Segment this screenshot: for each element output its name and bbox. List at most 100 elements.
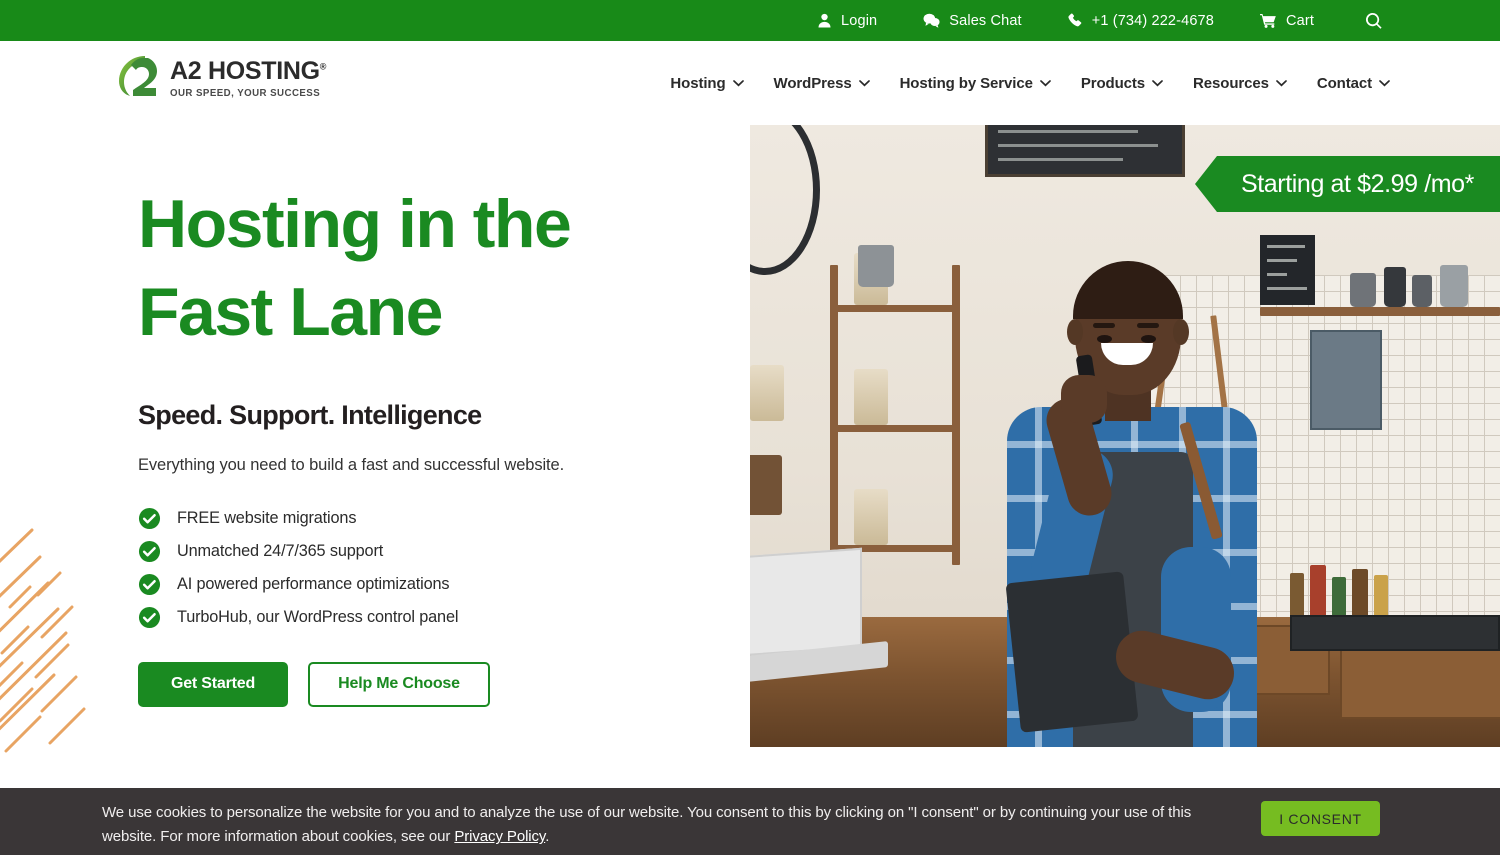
nav-item-contact[interactable]: Contact xyxy=(1317,75,1390,92)
chevron-down-icon xyxy=(1379,79,1390,87)
hero-description: Everything you need to build a fast and … xyxy=(138,455,565,474)
topbar-item-sales-chat[interactable]: Sales Chat xyxy=(923,12,1022,29)
speed-lines-decoration xyxy=(0,525,110,755)
logo-wordmark: A2 HOSTING® OUR SPEED, YOUR SUCCESS xyxy=(170,56,326,99)
check-circle-icon xyxy=(138,573,161,596)
chevron-down-icon xyxy=(732,79,744,87)
cookie-consent-text: We use cookies to personalize the websit… xyxy=(102,801,1202,850)
search-icon xyxy=(1366,12,1382,29)
topbar-label: Login xyxy=(841,12,878,29)
topbar-item-cart[interactable]: Cart xyxy=(1260,13,1314,29)
person-hand xyxy=(1061,375,1107,423)
scene-shelf xyxy=(835,305,960,312)
i-consent-button[interactable]: I CONSENT xyxy=(1261,801,1380,836)
hero-content: Hosting in the Fast Lane Speed. Support.… xyxy=(138,125,758,707)
nav-label: Resources xyxy=(1193,74,1269,92)
scene-bottle xyxy=(1374,575,1388,619)
main-navigation: Hosting WordPress Hosting by Service Pro… xyxy=(670,41,1390,125)
scene-bottle xyxy=(1352,569,1368,619)
search-button[interactable] xyxy=(1366,12,1382,29)
chevron-down-icon xyxy=(858,79,870,87)
scene-person xyxy=(965,247,1295,747)
chevron-down-icon xyxy=(1039,79,1051,87)
nav-item-hosting-by-service[interactable]: Hosting by Service xyxy=(900,75,1051,92)
topbar-label: Cart xyxy=(1286,12,1314,29)
topbar-label: Sales Chat xyxy=(949,12,1022,29)
scene-kettle xyxy=(1350,273,1376,307)
page-root: Login Sales Chat +1 (734) 222-4678 Cart xyxy=(0,0,1500,855)
scene-shelf-post xyxy=(830,265,838,565)
topbar-item-phone[interactable]: +1 (734) 222-4678 xyxy=(1068,13,1214,29)
person-hair xyxy=(1073,261,1183,319)
scene-bottle xyxy=(1332,577,1346,619)
topbar-item-login[interactable]: Login xyxy=(817,13,877,29)
list-item: Unmatched 24/7/365 support xyxy=(138,540,758,563)
nav-label: Contact xyxy=(1316,74,1372,92)
scene-chalkboard-menu xyxy=(985,125,1185,177)
phone-icon xyxy=(1068,13,1083,28)
hero-heading-line-1: Hosting in the xyxy=(138,186,572,262)
site-header: A2 HOSTING® OUR SPEED, YOUR SUCCESS Host… xyxy=(0,41,1500,125)
utility-topbar: Login Sales Chat +1 (734) 222-4678 Cart xyxy=(0,0,1500,41)
feature-label: TurboHub, our WordPress control panel xyxy=(177,607,459,626)
chat-icon xyxy=(923,13,940,28)
hero-heading-line-2: Fast Lane xyxy=(138,274,443,351)
scene-shelf-post xyxy=(952,265,960,565)
nav-item-products[interactable]: Products xyxy=(1081,75,1163,92)
cookie-consent-banner: We use cookies to personalize the websit… xyxy=(0,788,1500,855)
cart-icon xyxy=(1260,13,1277,28)
nav-item-resources[interactable]: Resources xyxy=(1193,75,1287,92)
feature-label: AI powered performance optimizations xyxy=(177,574,450,593)
nav-item-wordpress[interactable]: WordPress xyxy=(774,75,870,92)
person-ear xyxy=(1173,319,1189,345)
chevron-down-icon xyxy=(1276,79,1287,87)
list-item: FREE website migrations xyxy=(138,507,758,530)
list-item: TurboHub, our WordPress control panel xyxy=(138,606,758,629)
scene-jar xyxy=(750,455,782,515)
scene-bottle xyxy=(1310,565,1326,619)
list-item: AI powered performance optimizations xyxy=(138,573,758,596)
topbar-label: +1 (734) 222-4678 xyxy=(1091,12,1214,29)
scene-jar xyxy=(750,365,784,421)
hero-subheading: Speed. Support. Intelligence xyxy=(138,399,482,430)
scene-shelf xyxy=(1260,307,1500,316)
check-circle-icon xyxy=(138,540,161,563)
hero-image: Starting at $2.99 /mo* xyxy=(750,125,1500,747)
chevron-down-icon xyxy=(1152,79,1163,87)
check-circle-icon xyxy=(138,606,161,629)
user-icon xyxy=(817,13,832,28)
help-me-choose-button[interactable]: Help Me Choose xyxy=(308,661,490,707)
scene-kettle xyxy=(858,245,894,287)
feature-label: FREE website migrations xyxy=(177,508,357,527)
nav-label: Hosting by Service xyxy=(899,74,1033,92)
a2-logo-mark xyxy=(115,54,161,100)
cafe-scene xyxy=(750,125,1500,747)
check-circle-icon xyxy=(138,507,161,530)
scene-shelf xyxy=(835,425,960,432)
privacy-policy-link[interactable]: Privacy Policy xyxy=(454,828,545,845)
logo-title: A2 HOSTING® xyxy=(170,56,327,85)
nav-label: WordPress xyxy=(773,74,852,92)
get-started-button[interactable]: Get Started xyxy=(138,661,288,707)
scene-jar xyxy=(854,369,888,425)
scene-laptop-screen xyxy=(750,547,862,657)
logo-tagline: OUR SPEED, YOUR SUCCESS xyxy=(170,87,321,99)
feature-list: FREE website migrations Unmatched 24/7/3… xyxy=(138,507,758,629)
feature-label: Unmatched 24/7/365 support xyxy=(177,541,384,560)
hero-section: Hosting in the Fast Lane Speed. Support.… xyxy=(0,125,1500,788)
a2-hosting-logo[interactable]: A2 HOSTING® OUR SPEED, YOUR SUCCESS xyxy=(115,54,326,100)
scene-kettle xyxy=(1440,265,1468,307)
scene-jar xyxy=(854,489,888,545)
cookie-text-end: . xyxy=(545,828,550,846)
nav-item-hosting[interactable]: Hosting xyxy=(670,74,744,92)
page-title: Hosting in the Fast Lane xyxy=(138,180,678,357)
nav-label: Products xyxy=(1080,74,1146,92)
cta-group: Get Started Help Me Choose xyxy=(138,661,758,707)
scene-framed-picture xyxy=(1310,330,1382,430)
scene-kettle xyxy=(1384,267,1406,307)
scene-counter-tray xyxy=(1290,615,1500,651)
price-badge: Starting at $2.99 /mo* xyxy=(1194,156,1500,212)
scene-kettle xyxy=(1412,275,1432,307)
nav-label: Hosting xyxy=(670,74,726,92)
person-ear xyxy=(1067,319,1083,345)
